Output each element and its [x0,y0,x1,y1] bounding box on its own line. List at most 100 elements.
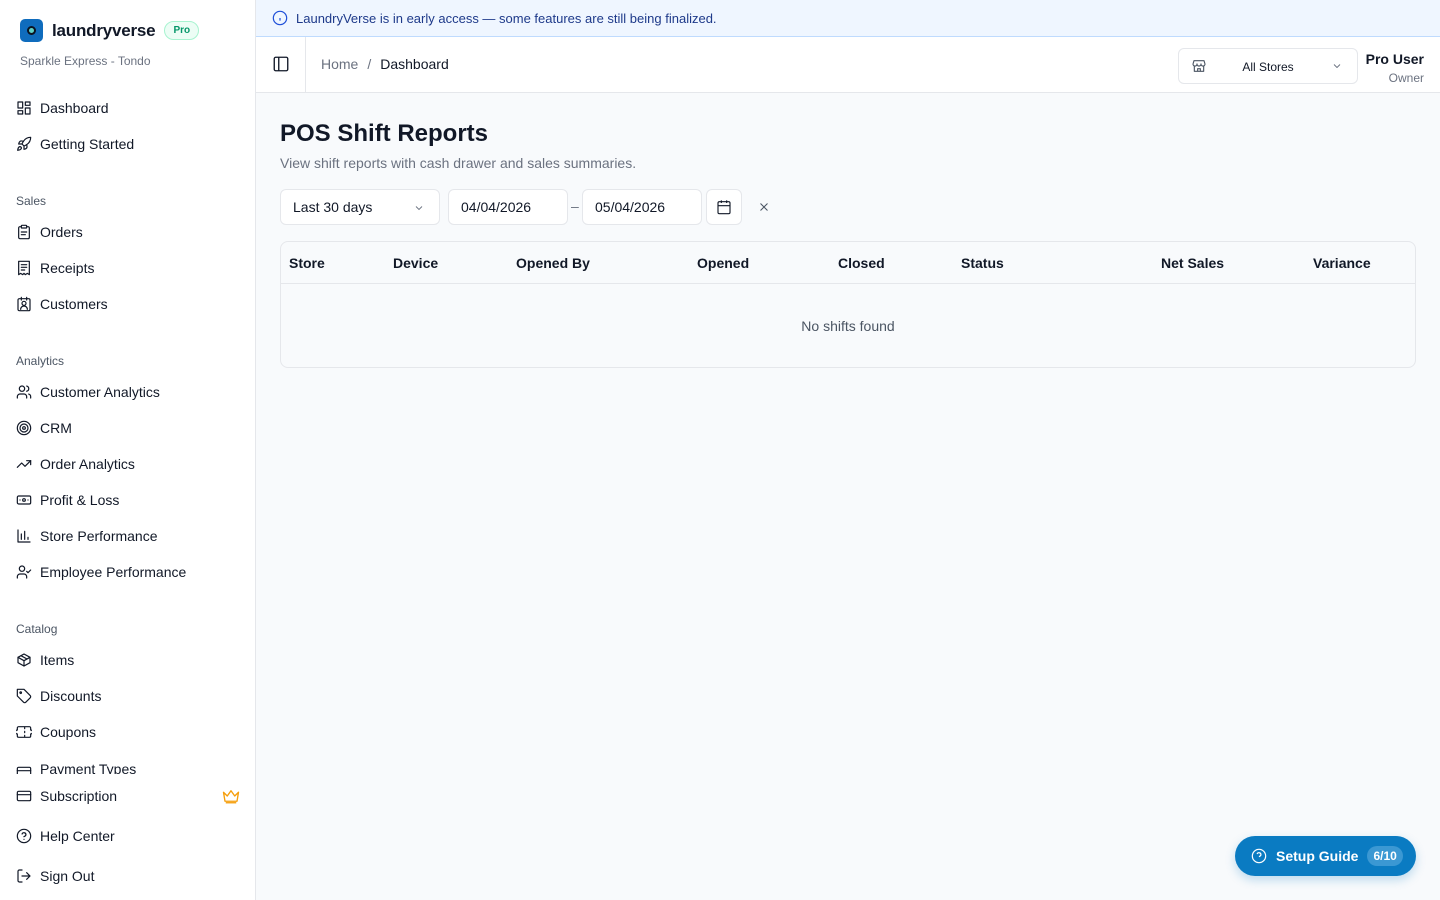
brand[interactable]: laundryverse Pro [20,19,200,42]
user-check-icon [16,564,32,580]
sidebar-item-receipts[interactable]: Receipts [16,254,242,282]
bar-chart-icon [16,528,32,544]
sidebar-item-store-performance[interactable]: Store Performance [16,522,242,550]
section-label-sales: Sales [16,194,47,208]
help-circle-icon [16,828,32,844]
contact-icon [16,296,32,312]
sidebar-item-customer-analytics[interactable]: Customer Analytics [16,378,242,406]
store-subtitle: Sparkle Express - Tondo [20,54,151,68]
sidebar-item-label: Orders [40,224,83,240]
start-date-input[interactable] [448,189,568,225]
calendar-button[interactable] [706,189,742,225]
target-icon [16,420,32,436]
section-label-analytics: Analytics [16,354,65,368]
user-role: Owner [1388,71,1424,85]
sidebar-item-label: Discounts [40,688,102,704]
sidebar-item-label: Payment Types [40,762,137,774]
sidebar-item-label: Profit & Loss [40,492,120,508]
sidebar-item-label: Order Analytics [40,456,135,472]
panel-left-icon [273,56,289,72]
package-icon [16,652,32,668]
sidebar-item-orders[interactable]: Orders [16,218,242,246]
store-select[interactable]: All Stores [1178,48,1358,84]
sidebar-item-label: Getting Started [40,136,135,152]
rocket-icon [16,136,32,152]
brand-logo-icon [20,19,43,42]
sidebar-item-crm[interactable]: CRM [16,414,242,442]
top-header: Home / Dashboard All Stores Pro User Own… [256,37,1440,93]
sidebar-item-label: Employee Performance [40,564,187,580]
date-range-separator: – [571,198,579,214]
sidebar-item-discounts[interactable]: Discounts [16,682,242,710]
setup-guide-label: Setup Guide [1276,848,1359,864]
early-access-banner: LaundryVerse is in early access — some f… [256,0,1440,37]
sidebar-item-label: Sign Out [40,868,95,884]
setup-guide-button[interactable]: Setup Guide 6/10 [1235,836,1416,876]
end-date-input[interactable] [582,189,702,225]
credit-card-icon [16,788,32,804]
banknote-icon [16,492,32,508]
sidebar-item-getting-started[interactable]: Getting Started [16,130,242,158]
column-header-store: Store [289,255,325,271]
log-out-icon [16,868,32,884]
sidebar: laundryverse Pro Sparkle Express - Tondo… [0,0,256,900]
ticket-icon [16,724,32,740]
column-header-net-sales: Net Sales [1161,255,1225,271]
sidebar-item-label: CRM [40,420,72,436]
column-header-device: Device [393,255,439,271]
sidebar-item-label: Items [40,652,75,668]
sidebar-item-label: Receipts [40,260,95,276]
breadcrumb-current: Dashboard [380,56,449,72]
sidebar-item-payment-types[interactable]: Payment Types [16,762,242,774]
sidebar-item-label: Customer Analytics [40,384,160,400]
column-header-variance: Variance [1313,255,1371,271]
banner-text: LaundryVerse is in early access — some f… [296,10,717,26]
sidebar-item-label: Dashboard [40,100,109,116]
column-header-opened-by: Opened By [516,255,590,271]
chevron-down-icon [413,201,425,217]
close-icon [760,203,768,211]
breadcrumb-home-link[interactable]: Home [321,56,358,72]
sidebar-item-sign-out[interactable]: Sign Out [16,862,242,890]
sidebar-item-order-analytics[interactable]: Order Analytics [16,450,242,478]
help-circle-icon [1251,848,1267,864]
sidebar-item-customers[interactable]: Customers [16,290,242,318]
section-label-catalog: Catalog [16,622,58,636]
sidebar-item-label: Store Performance [40,528,158,544]
table-header: Store Device Opened By Opened Closed Sta… [281,242,1415,284]
sidebar-toggle-button[interactable] [272,55,292,75]
sidebar-item-subscription[interactable]: Subscription [16,782,242,810]
sidebar-item-profit-loss[interactable]: Profit & Loss [16,486,242,514]
sidebar-item-label: Subscription [40,788,118,804]
trending-up-icon [16,456,32,472]
page-title: POS Shift Reports [280,120,489,147]
wallet-icon [16,764,32,774]
table-empty-state: No shifts found [801,318,895,334]
users-icon [16,384,32,400]
date-range-value: Last 30 days [293,199,373,215]
receipt-icon [16,260,32,276]
dashboard-icon [16,100,32,116]
breadcrumb-separator: / [367,56,372,72]
chevron-down-icon [1331,59,1343,75]
page-subtitle: View shift reports with cash drawer and … [280,155,637,171]
brand-name: laundryverse [52,20,156,40]
calendar-icon [717,200,731,215]
plan-badge: Pro [164,21,200,40]
clear-dates-button[interactable] [754,197,774,217]
sidebar-item-employee-performance[interactable]: Employee Performance [16,558,242,586]
breadcrumb: Home / Dashboard [321,56,449,72]
shift-reports-table: Store Device Opened By Opened Closed Sta… [280,241,1416,368]
sidebar-item-coupons[interactable]: Coupons [16,718,242,746]
crown-icon [222,787,240,805]
column-header-opened: Opened [697,255,750,271]
column-header-closed: Closed [838,255,885,271]
sidebar-item-items[interactable]: Items [16,646,242,674]
sidebar-item-label: Help Center [40,828,115,844]
date-range-select[interactable]: Last 30 days [280,189,440,225]
sidebar-item-label: Coupons [40,724,97,740]
user-name[interactable]: Pro User [1366,51,1424,67]
column-header-status: Status [961,255,1004,271]
sidebar-item-help-center[interactable]: Help Center [16,822,242,850]
sidebar-item-dashboard[interactable]: Dashboard [16,94,242,122]
